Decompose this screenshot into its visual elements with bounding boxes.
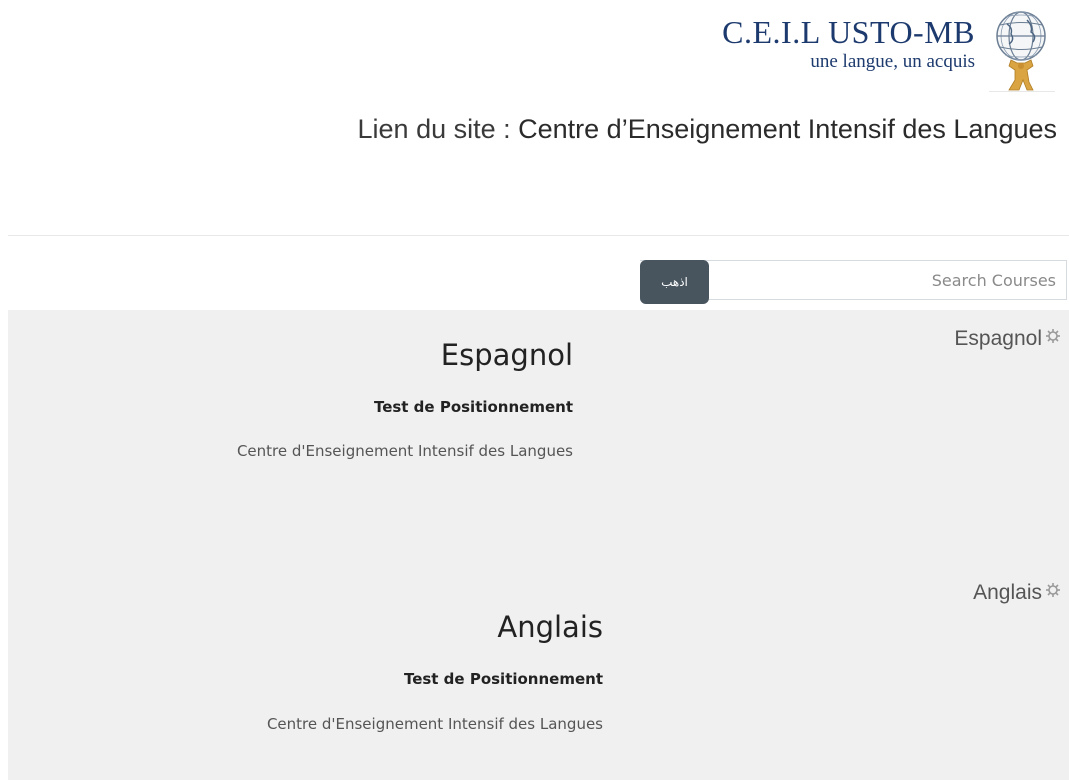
course-category: Centre d'Enseignement Intensif des Langu…	[236, 442, 573, 460]
site-link[interactable]: Centre d’Enseignement Intensif des Langu…	[518, 114, 1057, 144]
course-item-espagnol: Espagnol Espagnol Test de Positionnement…	[8, 310, 1069, 560]
search-go-button[interactable]: اذهب	[640, 260, 709, 304]
search-input[interactable]	[716, 261, 1056, 299]
course-title[interactable]: Espagnol	[441, 338, 573, 372]
course-item-anglais: Anglais Anglais Test de Positionnement C…	[8, 560, 1069, 780]
site-link-prefix: Lien du site :	[357, 114, 519, 144]
header-separator	[8, 235, 1069, 236]
logo-title: C.E.I.L USTO-MB	[722, 14, 975, 50]
course-subtitle: Test de Positionnement	[373, 398, 573, 416]
course-tag-anglais[interactable]: Anglais	[973, 581, 1061, 605]
gear-icon	[1046, 329, 1060, 343]
course-tag-label: Espagnol	[954, 327, 1042, 350]
site-link-line: Lien du site : Centre d’Enseignement Int…	[358, 114, 1057, 145]
gear-icon	[1046, 583, 1060, 597]
course-list: Espagnol Espagnol Test de Positionnement…	[8, 310, 1069, 780]
course-title[interactable]: Anglais	[497, 610, 603, 644]
course-subtitle: Test de Positionnement	[403, 670, 603, 688]
globe-emblem-icon	[989, 11, 1055, 92]
page: C.E.I.L USTO-MB une langue, un acquis Li…	[0, 0, 1069, 780]
course-tag-label: Anglais	[973, 581, 1042, 604]
site-logo[interactable]: C.E.I.L USTO-MB une langue, un acquis	[701, 8, 1061, 93]
search-form: اذهب	[640, 260, 1067, 304]
logo-tagline: une langue, un acquis	[810, 51, 975, 72]
course-category: Centre d'Enseignement Intensif des Langu…	[266, 715, 603, 733]
course-tag-espagnol[interactable]: Espagnol	[954, 327, 1061, 351]
